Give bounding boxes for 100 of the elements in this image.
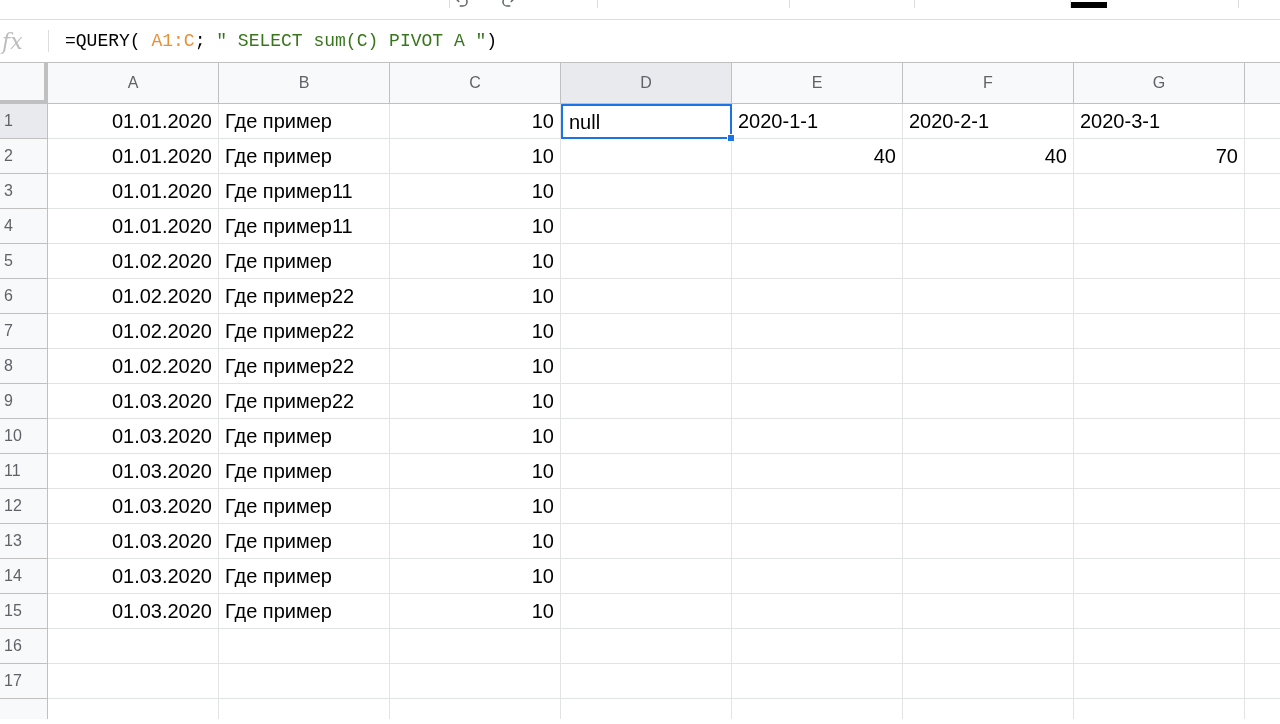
table-cell[interactable]: Где пример bbox=[219, 594, 390, 629]
row-header[interactable]: 1 bbox=[0, 104, 48, 139]
table-cell[interactable]: 01.03.2020 bbox=[48, 454, 219, 489]
table-cell[interactable]: 01.02.2020 bbox=[48, 349, 219, 384]
table-cell[interactable] bbox=[561, 384, 732, 419]
table-cell[interactable]: Где пример11 bbox=[219, 209, 390, 244]
table-cell[interactable] bbox=[1074, 454, 1245, 489]
column-header[interactable]: C bbox=[390, 63, 561, 104]
table-cell[interactable] bbox=[561, 244, 732, 279]
table-cell[interactable] bbox=[561, 629, 732, 664]
row-header[interactable]: 17 bbox=[0, 664, 48, 699]
table-cell[interactable]: 01.03.2020 bbox=[48, 559, 219, 594]
table-cell[interactable] bbox=[219, 664, 390, 699]
table-cell[interactable]: Где пример22 bbox=[219, 279, 390, 314]
row-header[interactable]: 9 bbox=[0, 384, 48, 419]
text-color-bar-icon[interactable] bbox=[1071, 2, 1107, 8]
column-header[interactable]: F bbox=[903, 63, 1074, 104]
table-cell[interactable]: 01.03.2020 bbox=[48, 524, 219, 559]
table-cell[interactable] bbox=[903, 489, 1074, 524]
table-cell[interactable] bbox=[1074, 629, 1245, 664]
table-cell[interactable] bbox=[732, 174, 903, 209]
table-cell[interactable]: Где пример bbox=[219, 454, 390, 489]
table-cell[interactable] bbox=[48, 664, 219, 699]
table-cell[interactable]: Где пример bbox=[219, 244, 390, 279]
table-cell[interactable] bbox=[732, 349, 903, 384]
table-cell[interactable] bbox=[903, 314, 1074, 349]
table-cell[interactable] bbox=[561, 209, 732, 244]
table-cell[interactable]: 10 bbox=[390, 524, 561, 559]
table-cell[interactable]: 01.01.2020 bbox=[48, 174, 219, 209]
table-cell[interactable] bbox=[732, 629, 903, 664]
table-cell[interactable] bbox=[732, 559, 903, 594]
select-all-corner[interactable] bbox=[0, 63, 48, 104]
table-cell[interactable]: 10 bbox=[390, 244, 561, 279]
column-header[interactable]: G bbox=[1074, 63, 1245, 104]
row-header[interactable]: 2 bbox=[0, 139, 48, 174]
table-cell[interactable] bbox=[1074, 244, 1245, 279]
table-cell[interactable]: Где пример bbox=[219, 559, 390, 594]
column-header[interactable]: B bbox=[219, 63, 390, 104]
row-header[interactable]: 8 bbox=[0, 349, 48, 384]
table-cell[interactable]: 01.03.2020 bbox=[48, 384, 219, 419]
table-cell[interactable] bbox=[1074, 524, 1245, 559]
table-cell[interactable] bbox=[48, 629, 219, 664]
table-cell[interactable] bbox=[561, 349, 732, 384]
table-cell[interactable] bbox=[1074, 314, 1245, 349]
table-cell[interactable] bbox=[1074, 664, 1245, 699]
table-cell[interactable]: 01.02.2020 bbox=[48, 279, 219, 314]
table-cell[interactable] bbox=[1074, 489, 1245, 524]
table-cell[interactable] bbox=[561, 524, 732, 559]
table-cell[interactable]: 01.01.2020 bbox=[48, 209, 219, 244]
table-cell[interactable]: 10 bbox=[390, 559, 561, 594]
row-header[interactable]: 11 bbox=[0, 454, 48, 489]
table-cell[interactable]: 01.02.2020 bbox=[48, 314, 219, 349]
table-cell[interactable] bbox=[732, 314, 903, 349]
table-cell[interactable] bbox=[1074, 349, 1245, 384]
table-cell[interactable]: 2020-1-1 bbox=[732, 104, 903, 139]
table-cell[interactable] bbox=[561, 454, 732, 489]
table-cell[interactable] bbox=[903, 174, 1074, 209]
table-cell[interactable]: 2020-2-1 bbox=[903, 104, 1074, 139]
fill-handle[interactable] bbox=[727, 134, 735, 142]
table-cell[interactable]: Где пример bbox=[219, 524, 390, 559]
table-cell[interactable] bbox=[1074, 594, 1245, 629]
table-cell[interactable] bbox=[903, 244, 1074, 279]
table-cell[interactable] bbox=[561, 664, 732, 699]
table-cell[interactable] bbox=[732, 664, 903, 699]
table-cell[interactable] bbox=[1074, 279, 1245, 314]
table-cell[interactable]: Где пример bbox=[219, 419, 390, 454]
table-cell[interactable] bbox=[1074, 384, 1245, 419]
table-cell[interactable] bbox=[903, 384, 1074, 419]
table-cell[interactable] bbox=[1074, 209, 1245, 244]
formula-input[interactable]: =QUERY( A1:C; " SELECT sum(C) PIVOT A ") bbox=[65, 27, 498, 55]
table-cell[interactable] bbox=[561, 314, 732, 349]
column-header[interactable]: A bbox=[48, 63, 219, 104]
table-cell[interactable] bbox=[390, 664, 561, 699]
table-cell[interactable] bbox=[903, 209, 1074, 244]
table-cell[interactable]: 01.03.2020 bbox=[48, 594, 219, 629]
table-cell[interactable]: 40 bbox=[732, 139, 903, 174]
table-cell[interactable] bbox=[903, 279, 1074, 314]
row-header[interactable]: 16 bbox=[0, 629, 48, 664]
row-header[interactable]: 15 bbox=[0, 594, 48, 629]
table-cell[interactable] bbox=[903, 419, 1074, 454]
table-cell[interactable] bbox=[1074, 419, 1245, 454]
table-cell[interactable]: 70 bbox=[1074, 139, 1245, 174]
table-cell[interactable]: 10 bbox=[390, 594, 561, 629]
table-cell[interactable] bbox=[903, 454, 1074, 489]
table-cell[interactable] bbox=[732, 209, 903, 244]
row-header[interactable]: 5 bbox=[0, 244, 48, 279]
table-cell[interactable] bbox=[561, 489, 732, 524]
table-cell[interactable] bbox=[903, 629, 1074, 664]
table-cell[interactable] bbox=[732, 594, 903, 629]
row-header[interactable]: 14 bbox=[0, 559, 48, 594]
table-cell[interactable] bbox=[561, 279, 732, 314]
table-cell[interactable]: 10 bbox=[390, 279, 561, 314]
table-cell[interactable]: 10 bbox=[390, 454, 561, 489]
table-cell[interactable] bbox=[732, 419, 903, 454]
table-cell[interactable] bbox=[561, 419, 732, 454]
row-header[interactable]: 3 bbox=[0, 174, 48, 209]
table-cell[interactable] bbox=[903, 664, 1074, 699]
table-cell[interactable]: Где пример22 bbox=[219, 314, 390, 349]
table-cell[interactable] bbox=[732, 454, 903, 489]
table-cell[interactable]: 01.03.2020 bbox=[48, 489, 219, 524]
